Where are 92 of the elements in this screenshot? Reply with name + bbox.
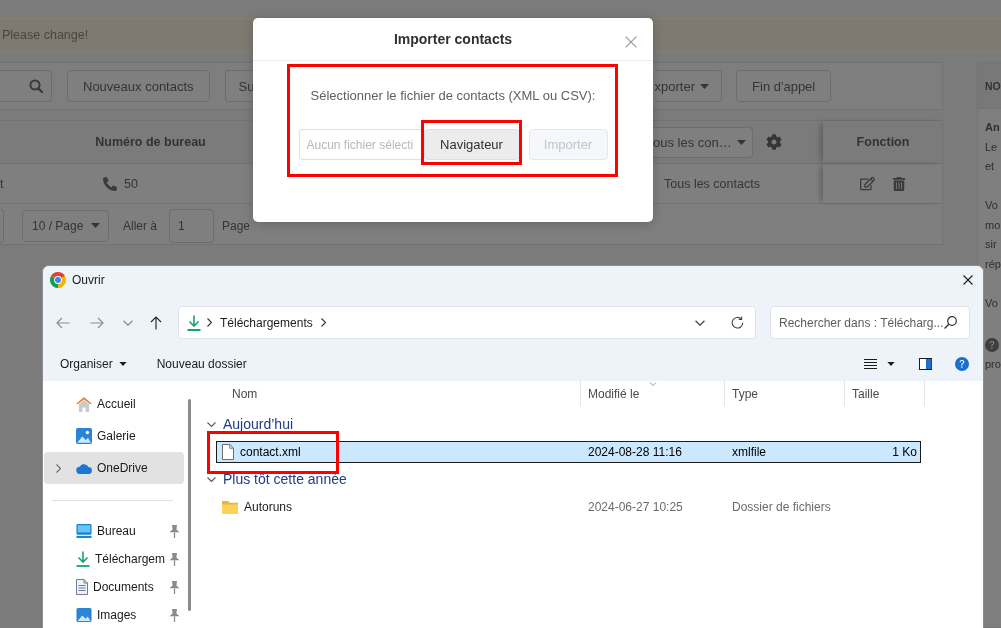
file-row[interactable]: contact.xml 2024-08-28 11:16 xmlfile 1 Ko bbox=[216, 441, 921, 463]
panel-text: rép bbox=[985, 256, 1001, 272]
settings-icon[interactable] bbox=[766, 134, 782, 150]
nav-label: Images bbox=[97, 608, 137, 622]
column-header: Numéro de bureau bbox=[95, 135, 206, 149]
nav-item[interactable]: Bureau bbox=[44, 517, 184, 545]
organize-button[interactable]: Organiser bbox=[60, 356, 127, 371]
file-name-field[interactable]: Aucun fichier sélecti bbox=[298, 129, 424, 160]
caret-down-icon bbox=[91, 223, 100, 228]
download-icon bbox=[76, 551, 90, 567]
panel-text: Vo bbox=[985, 198, 998, 213]
address-bar[interactable]: Téléchargements bbox=[178, 306, 756, 339]
file-type: xmlfile bbox=[732, 445, 766, 459]
column-header[interactable]: Nom bbox=[200, 381, 581, 406]
dialog-title: Importer contacts bbox=[393, 31, 513, 47]
scrollbar-thumb[interactable] bbox=[188, 399, 191, 611]
app-logo-icon bbox=[50, 272, 66, 288]
table-cell: 50 bbox=[124, 176, 138, 191]
back-arrow-icon[interactable] bbox=[56, 316, 70, 329]
refresh-icon[interactable] bbox=[731, 316, 744, 329]
nav-label: Accueil bbox=[97, 397, 136, 411]
nav-label: Galerie bbox=[97, 429, 136, 443]
picture-icon bbox=[76, 428, 92, 444]
caret-down-icon bbox=[737, 139, 746, 145]
nav-item[interactable]: Téléchargem bbox=[44, 545, 184, 573]
file-icon bbox=[222, 444, 234, 460]
file-type: Dossier de fichiers bbox=[732, 500, 831, 514]
help-icon[interactable] bbox=[955, 356, 969, 371]
nav-label: OneDrive bbox=[97, 461, 148, 475]
edit-icon[interactable] bbox=[860, 176, 875, 191]
search-field[interactable] bbox=[0, 70, 52, 102]
search-icon bbox=[29, 79, 43, 93]
nav-item[interactable]: OneDrive bbox=[44, 452, 184, 484]
caret-down-icon bbox=[118, 361, 127, 366]
panel-heading: An bbox=[985, 120, 1000, 135]
panel-text: Le bbox=[985, 139, 998, 155]
help-icon[interactable] bbox=[985, 338, 999, 353]
group-header[interactable]: Plus tôt cette année bbox=[200, 468, 347, 490]
table-cell: Tous les contacts bbox=[664, 176, 760, 191]
goto-label: Aller à bbox=[123, 218, 157, 233]
forward-arrow-icon[interactable] bbox=[90, 316, 104, 329]
panel-text: et bbox=[985, 159, 995, 174]
list-view-icon[interactable] bbox=[864, 358, 877, 369]
column-header: Fonction bbox=[823, 121, 943, 163]
file-name: Autoruns bbox=[244, 500, 293, 514]
trash-icon[interactable] bbox=[892, 176, 906, 191]
chevron-right-icon bbox=[320, 318, 326, 327]
caret-down-icon bbox=[700, 83, 710, 89]
nav-label: Bureau bbox=[97, 524, 136, 538]
panel-text: mo bbox=[985, 217, 1001, 233]
desktop-icon bbox=[76, 524, 92, 538]
column-header[interactable]: Taille bbox=[845, 381, 925, 406]
group-header[interactable]: Aujourd’hui bbox=[200, 413, 294, 435]
panel-text: sir bbox=[985, 237, 997, 252]
download-icon bbox=[187, 314, 201, 331]
page-label: Page bbox=[222, 218, 251, 233]
breadcrumb[interactable]: Téléchargements bbox=[220, 315, 313, 330]
nav-item[interactable]: Accueil bbox=[44, 388, 184, 420]
new-folder-button[interactable]: Nouveau dossier bbox=[156, 356, 247, 371]
chevron-right-icon bbox=[207, 318, 212, 327]
table-cell: t bbox=[0, 176, 4, 191]
chevron-down-icon[interactable] bbox=[695, 319, 705, 326]
modified-date: 2024-08-28 11:16 bbox=[588, 445, 682, 459]
nav-label: Téléchargem bbox=[95, 552, 166, 566]
modified-date: 2024-06-27 10:25 bbox=[588, 500, 683, 514]
picture-icon bbox=[76, 608, 92, 622]
file-name: contact.xml bbox=[240, 445, 301, 459]
file-row[interactable]: Autoruns 2024-06-27 10:25 Dossier de fichiers bbox=[216, 496, 921, 518]
search-field[interactable]: Rechercher dans : Télécharg... bbox=[770, 306, 970, 339]
home-icon bbox=[76, 396, 92, 412]
folder-icon bbox=[222, 500, 238, 514]
column-header[interactable]: Type bbox=[725, 381, 845, 406]
column-header[interactable]: Modifié le bbox=[581, 381, 725, 406]
nav-label: Documents bbox=[93, 580, 154, 594]
document-icon bbox=[76, 579, 88, 595]
preview-pane-icon[interactable] bbox=[919, 357, 932, 370]
phone-icon bbox=[103, 176, 117, 191]
prompt-text: Sélectionner le fichier de contacts (XML ou CSV): bbox=[310, 87, 596, 105]
browse-button[interactable]: Navigateur bbox=[423, 129, 520, 160]
cloud-icon bbox=[76, 462, 92, 474]
caret-down-icon bbox=[887, 361, 895, 366]
file-size: 1 Ko bbox=[892, 445, 917, 459]
nav-item[interactable]: Documents bbox=[44, 573, 184, 601]
nav-item[interactable]: Images bbox=[44, 601, 184, 628]
window-title: Ouvrir bbox=[72, 273, 105, 287]
up-arrow-icon[interactable] bbox=[150, 315, 162, 330]
search-icon bbox=[944, 316, 957, 329]
panel-title: NO bbox=[985, 79, 1001, 92]
close-icon[interactable] bbox=[963, 275, 973, 285]
nav-item[interactable]: Galerie bbox=[44, 420, 184, 452]
panel-text: Vo bbox=[985, 295, 998, 311]
panel-text: pro bbox=[985, 357, 1001, 372]
